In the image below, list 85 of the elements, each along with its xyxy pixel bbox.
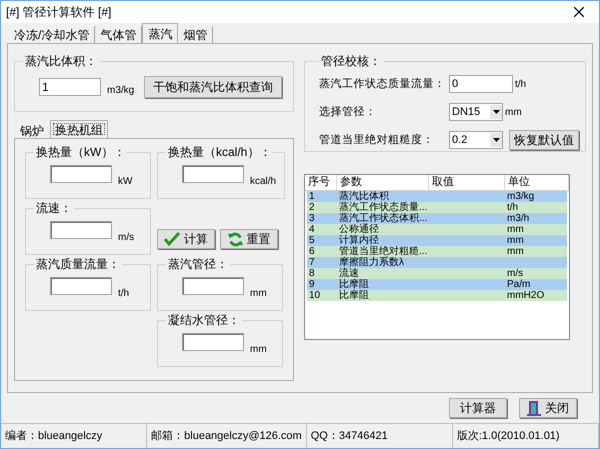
tab[interactable]: 冷冻/冷却水管 <box>9 26 96 43</box>
restore-defaults-button[interactable]: 恢复默认值 <box>509 130 579 150</box>
column-header[interactable]: 单位 <box>505 175 569 190</box>
group-label: 蒸汽管径： <box>167 256 229 273</box>
group-label: 换热量（kW）： <box>35 144 126 161</box>
calculate-button[interactable]: 计算 <box>157 229 215 249</box>
tab[interactable]: 蒸汽 <box>142 23 178 43</box>
close-icon[interactable] <box>574 7 584 17</box>
status-text: 邮箱：blueangelczy@126.com <box>147 424 307 448</box>
tab[interactable]: 烟管 <box>178 26 214 43</box>
input-field[interactable]: 1 <box>39 78 101 96</box>
table-cell-text: mm <box>506 235 525 246</box>
group-label: 蒸汽质量流量： <box>35 256 121 273</box>
input-field[interactable] <box>182 277 244 295</box>
calculator-button[interactable]: 计算器 <box>449 398 507 418</box>
tab[interactable]: 锅炉 <box>14 122 50 138</box>
dropdown-arrow-icon <box>492 110 500 114</box>
unit-label: t/h <box>515 78 526 92</box>
group-label: 凝结水管径： <box>167 312 241 329</box>
table-cell-text: 蒸汽工作状态体积... <box>338 213 428 224</box>
table-cell-text: 2 <box>308 202 316 213</box>
input-field[interactable]: 0 <box>449 75 513 93</box>
table-cell-text: 比摩阻 <box>338 290 370 301</box>
unit-label: kW <box>118 175 132 189</box>
table-cell-text: 计算内径 <box>338 235 380 246</box>
status-text: 版次:1.0(2010.01.01) <box>452 424 599 448</box>
field-label: 管道当里绝对粗糙度： <box>319 132 435 148</box>
table-cell-text: t/h <box>506 202 520 213</box>
unit-label: t/h <box>118 287 130 301</box>
table-cell-text: 1 <box>308 191 316 202</box>
table-cell-text: 6 <box>308 246 316 257</box>
query-button[interactable]: 干饱和蒸汽比体积查询 <box>144 76 282 98</box>
status-text: QQ：34746421 <box>306 424 453 448</box>
input-field[interactable] <box>182 333 244 351</box>
column-header[interactable]: 参数 <box>337 175 429 190</box>
table-cell-text: 7 <box>308 257 316 268</box>
input-field[interactable] <box>50 165 112 183</box>
table-cell-text: Pa/m <box>506 279 532 290</box>
table-cell-text: 4 <box>308 224 316 235</box>
input-field[interactable] <box>50 277 112 295</box>
group-label: 管径校核： <box>320 53 382 70</box>
group-label: 流速： <box>35 200 73 217</box>
window-title: [#] 管径计算软件 [#] <box>6 4 112 21</box>
dropdown[interactable]: 0.2 <box>449 131 503 149</box>
status-text: 编者：blueangelczy <box>1 424 148 448</box>
table-cell-text: 流速 <box>338 268 360 279</box>
checkmark-icon <box>164 232 180 246</box>
column-header[interactable]: 取值 <box>429 175 505 190</box>
field-label: 蒸汽工作状态质量流量： <box>319 76 446 92</box>
refresh-icon <box>228 232 242 246</box>
unit-label: m/s <box>118 231 134 245</box>
unit-label: mm <box>250 343 267 357</box>
group-label: 蒸汽比体积： <box>24 53 98 70</box>
unit-label: mm <box>505 106 522 120</box>
column-header[interactable]: 序号 <box>305 175 337 190</box>
table-cell-text: 摩擦阻力系数λ <box>338 257 405 268</box>
input-field[interactable] <box>182 165 244 183</box>
table-cell-text: 8 <box>308 268 316 279</box>
table-cell-text: 蒸汽比体积 <box>338 191 389 202</box>
group-label: 换热量（kcal/h）： <box>167 144 272 161</box>
table-cell-text: 9 <box>308 279 316 290</box>
table-cell-text: 比摩阻 <box>338 279 370 290</box>
table-cell-text: mmH2O <box>506 290 546 301</box>
table-cell-text: mm <box>506 246 525 257</box>
unit-label: mm <box>250 287 267 301</box>
table-cell-text: 10 <box>308 290 322 301</box>
field-label: 选择管径： <box>319 104 378 120</box>
input-field[interactable] <box>50 221 112 239</box>
table-cell-text: 3 <box>308 213 316 224</box>
table-cell-text: 管道当里绝对粗糙... <box>338 246 428 257</box>
table-cell-text: mm <box>506 224 525 235</box>
close-button[interactable]: 关闭 <box>519 398 577 418</box>
table-cell-text: m3/h <box>506 213 530 224</box>
dropdown[interactable]: DN15 <box>449 103 503 121</box>
table-cell-text: m/s <box>506 268 524 279</box>
table-cell-text: 5 <box>308 235 316 246</box>
reset-button[interactable]: 重置 <box>220 229 278 249</box>
tab[interactable]: 换热机组 <box>50 120 108 138</box>
dropdown-arrow-icon <box>492 138 500 142</box>
table-cell-text: 公称通径 <box>338 224 380 235</box>
unit-label: kcal/h <box>250 175 276 189</box>
table-cell-text: m3/kg <box>506 191 536 202</box>
door-icon <box>527 400 541 416</box>
unit-label: m3/kg <box>107 84 134 98</box>
table-cell-text: 蒸汽工作状态质量... <box>338 202 428 213</box>
